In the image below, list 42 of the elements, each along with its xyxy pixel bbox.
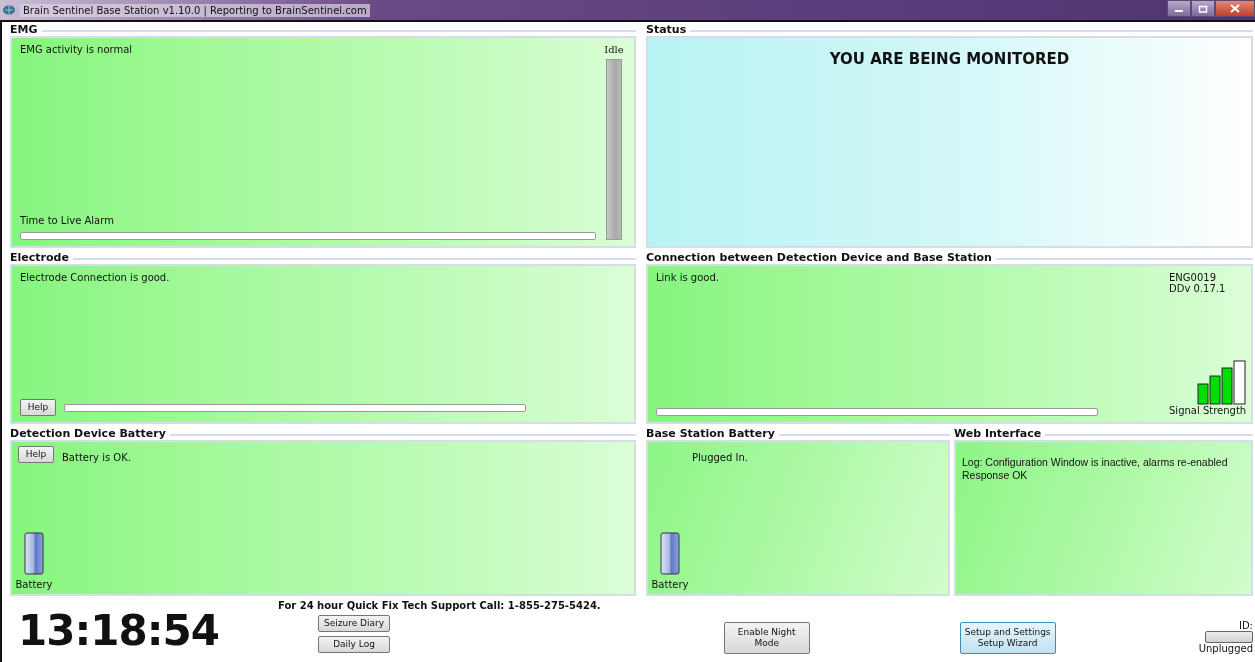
close-icon: [1230, 4, 1240, 13]
support-text: For 24 hour Quick Fix Tech Support Call: 1-855-275-5424.: [278, 600, 601, 611]
window-title: Brain Sentinel Base Station v1.10.0 | Reporting to BrainSentinel.com: [20, 3, 370, 17]
clock: 13:18:54: [18, 606, 220, 656]
battery-icon: [660, 532, 680, 575]
panel-title: EMG: [10, 22, 38, 36]
alarm-label: Time to Live Alarm: [20, 215, 115, 226]
panel-title: Web Interface: [954, 426, 1042, 440]
log-line: Response OK: [962, 469, 1029, 481]
panel-title: Base Station Battery: [646, 426, 775, 440]
minimize-button[interactable]: [1167, 0, 1191, 17]
id-label: ID:: [1238, 620, 1253, 631]
status-message: Battery is OK.: [62, 452, 131, 463]
battery-label: Battery: [651, 579, 689, 590]
panel-title: Electrode: [10, 250, 69, 264]
battery-icon: [24, 532, 44, 575]
night-mode-button[interactable]: Enable Night Mode: [723, 622, 810, 654]
log-line: Log: Configuration Window is inactive, alarms re-enabled: [962, 456, 1229, 468]
status-message: YOU ARE BEING MONITORED: [829, 50, 1070, 68]
footer-button[interactable]: Daily Log: [318, 635, 390, 653]
device-version: DDv 0.17.1: [1169, 283, 1226, 294]
device-id: ENG0019: [1169, 272, 1216, 283]
footer-button[interactable]: Seizure Diary: [318, 615, 390, 632]
setup-button[interactable]: Setup and Settings Setup Wizard: [959, 622, 1056, 654]
maximize-button[interactable]: [1191, 0, 1215, 17]
signal-strength-label: Signal Strength: [1169, 405, 1247, 416]
signal-strength-icon: [1197, 360, 1247, 405]
id-field: [1205, 631, 1253, 643]
status-message: EMG activity is normal: [20, 44, 134, 55]
panel-title: Status: [646, 22, 687, 36]
battery-label: Battery: [15, 579, 53, 590]
restore-icon: [1198, 4, 1208, 13]
status-message: Plugged In.: [692, 452, 749, 463]
status-message: Electrode Connection is good.: [20, 272, 171, 283]
panel-title: Connection between Detection Device and Base Station: [646, 250, 992, 264]
panel-title: Detection Device Battery: [10, 426, 166, 440]
help-button[interactable]: Help: [18, 446, 54, 463]
status-message: Link is good.: [656, 272, 720, 283]
activity-label: Idle: [604, 44, 624, 55]
close-button[interactable]: [1215, 0, 1255, 17]
help-button[interactable]: Help: [20, 399, 56, 416]
id-status: Unplugged: [1198, 643, 1253, 654]
